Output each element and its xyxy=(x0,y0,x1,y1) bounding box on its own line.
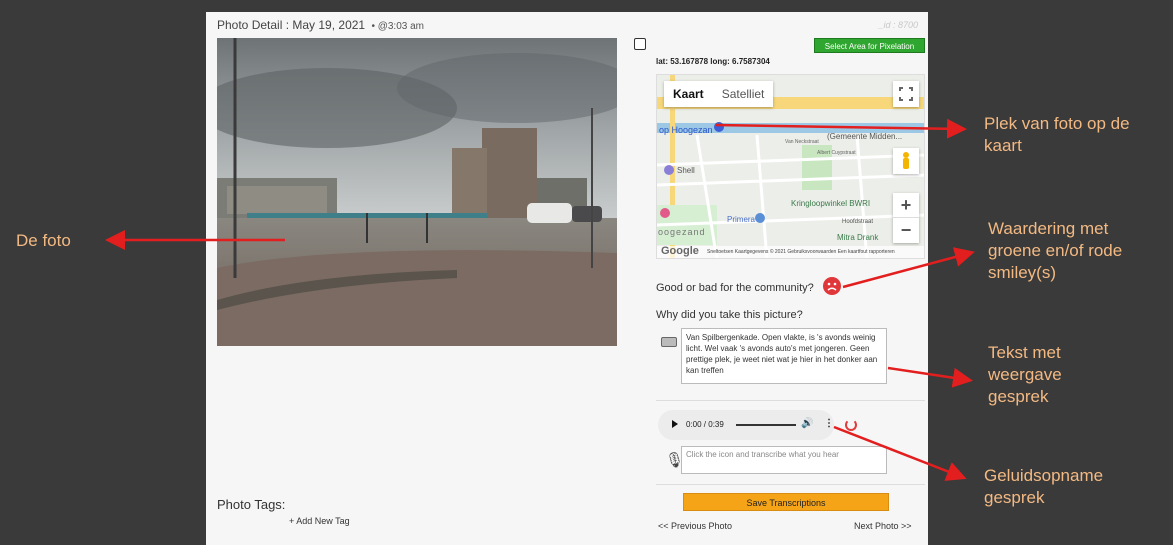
callout-text: Tekst met weergave gesprek xyxy=(988,343,1062,406)
arrow-rating xyxy=(842,247,975,289)
arrow-text xyxy=(887,366,973,388)
arrow-audio xyxy=(833,425,967,481)
callout-rating: Waardering met groene en/of rode smiley(… xyxy=(988,219,1123,282)
callout-map: Plek van foto op de kaart xyxy=(984,114,1130,155)
callout-audio: Geluidsopname gesprek xyxy=(984,466,1104,507)
arrow-map xyxy=(715,118,967,139)
callout-photo: De foto xyxy=(16,231,71,250)
